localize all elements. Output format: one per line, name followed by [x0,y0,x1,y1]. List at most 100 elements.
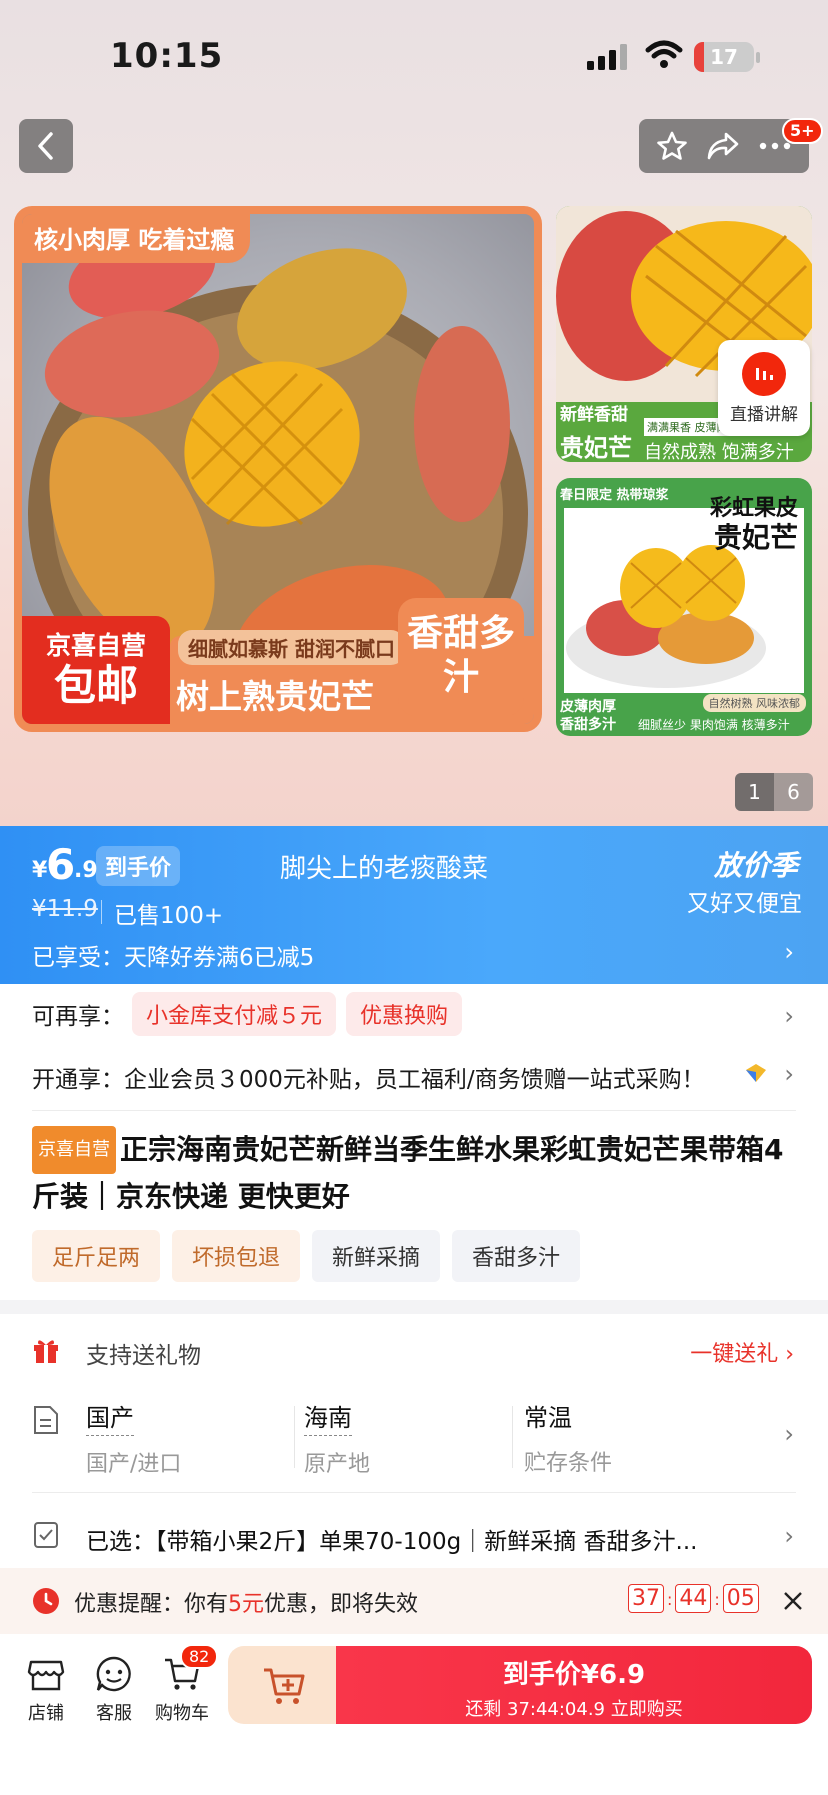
promo-row[interactable]: 可再享： 小金库支付减５元 优惠换购 [32,992,472,1036]
tag-3: 新鲜采摘 [312,1230,441,1282]
spec-storage-label: 贮存条件 [524,1451,613,1476]
store-icon [27,1660,65,1691]
share-icon[interactable] [706,130,740,162]
notice-amount: 5元 [228,1592,265,1617]
buy-subtext: 还剩 37:44:04.9 立即购买 [465,1699,683,1720]
chevron-left-icon [38,132,53,160]
thumb2-b2: 香甜多汁 [560,717,616,733]
chevron-right-icon[interactable]: › [784,1060,794,1088]
main-product-image[interactable]: 核小肉厚 吃着过瘾 京喜自营 包邮 细腻如慕斯 甜润不腻口 树上熟贵妃芒 香甜多… [14,206,542,732]
pager-total: 6 [774,773,813,811]
chevron-right-icon[interactable]: › [784,938,794,966]
message-badge: 5+ [782,118,823,144]
price-divider [101,900,102,924]
headline-text: 树上熟贵妃芒 [176,677,374,716]
event-subtitle: 又好又便宜 [687,891,802,917]
close-icon[interactable] [782,1590,804,1612]
clock-icon [33,1588,59,1614]
pager-current: 1 [735,773,774,811]
sold-count: 已售100+ [114,903,224,929]
add-to-cart-button[interactable] [228,1646,340,1724]
thumb1-title-b: 贵妃芒 [560,434,632,462]
back-button[interactable] [19,119,73,173]
gift-row[interactable]: 支持送礼物 一键送礼 › [0,1314,828,1388]
chevron-right-icon[interactable]: › [784,1522,794,1550]
add-cart-icon [264,1668,305,1704]
product-page: 10:15 17 5+ 核小肉厚 吃着过瘾 京喜自营 包邮 细腻如慕斯 甜润不腻… [0,0,828,1795]
selected-value: 【带箱小果2斤】单果70-100g｜新鲜采摘 香甜多汁... [155,1529,698,1555]
live-button[interactable]: 直播讲解 [718,340,810,436]
diamond-icon [746,1064,766,1082]
main-image-strip: 细腻如慕斯 甜润不腻口 树上熟贵妃芒 香甜多汁 [170,598,534,724]
price-integer: 6 [46,840,76,889]
divider [32,1492,796,1493]
cart-label: 购物车 [155,1703,209,1724]
image-pager: 1 6 [735,773,813,811]
spec-divider [512,1406,513,1468]
thumb2-b3: 细腻丝少 果肉饱满 核薄多汁 [638,718,790,732]
coupon-enjoyed[interactable]: 已享受：天降好券满6已减5 [32,938,314,972]
spec-origin-value: 海南 [304,1398,352,1436]
gift-icon [34,1340,58,1363]
spec-origin-type-label: 国产/进口 [86,1452,182,1477]
promo-label: 可再享： [32,1004,124,1030]
sweet-badge: 香甜多汁 [398,598,524,716]
live-label: 直播讲解 [730,405,798,425]
chevron-right-icon[interactable]: › [784,1420,794,1448]
spec-storage-value: 常温 [524,1404,572,1432]
price-slogan: 脚尖上的老痰酸菜 [280,854,489,884]
promo-chip-1[interactable]: 小金库支付减５元 [132,992,337,1036]
member-row[interactable]: 开通享：企业会员３000元补贴，员工福利/商务馈赠一站式采购！ [32,1060,705,1094]
gift-action-text: 一键送礼 [690,1342,779,1367]
thumb1-title-a: 新鲜香甜 [560,405,628,425]
event-title: 放价季 [713,849,798,882]
jingxi-badge: 京喜自营 包邮 [22,616,170,724]
chat-face-icon [96,1656,131,1692]
cellular-signal-icon [587,44,627,70]
battery-tip [756,52,760,63]
tag-1: 足斤足两 [32,1230,161,1282]
spec-row[interactable]: 国产 国产/进口 海南 原产地 常温 贮存条件 › [0,1388,828,1488]
selected-sku-row[interactable]: 已选：【带箱小果2斤】单果70-100g｜新鲜采摘 香甜多汁... › [0,1500,828,1570]
countdown-seconds: 05 [722,1584,759,1613]
buy-now-button[interactable]: 到手价¥6.9 还剩 37:44:04.9 立即购买 [336,1646,812,1724]
countdown-hours: 37 [628,1584,664,1613]
thumb2-note: 自然树熟 风味浓郁 [702,694,806,712]
notice-text: 优惠提醒：你有5元优惠，即将失效 [74,1586,418,1618]
main-image-tag: 核小肉厚 吃着过瘾 [22,214,251,263]
jingxi-line1: 京喜自营 [45,631,146,660]
thumb2-b1: 皮薄肉厚 [560,699,616,715]
thumb2-title2: 贵妃芒 [713,521,798,554]
spec-origin-type: 国产 国产/进口 [86,1398,181,1478]
wifi-icon [645,40,683,68]
hero-area: 10:15 17 5+ 核小肉厚 吃着过瘾 京喜自营 包邮 细腻如慕斯 甜润不腻… [0,0,828,826]
tag-4: 香甜多汁 [452,1230,581,1282]
countdown: 37:44:05 [628,1584,759,1613]
spec-origin: 海南 原产地 [304,1398,370,1478]
status-bar: 10:15 17 [0,34,828,84]
coupon-notice: 优惠提醒：你有5元优惠，即将失效 37:44:05 [0,1568,828,1634]
gift-action[interactable]: 一键送礼 › [690,1336,794,1368]
buy-label: 到手价¥6.9 [502,1660,646,1690]
star-icon[interactable] [656,130,688,162]
divider [32,1110,796,1111]
bottom-bar: 店铺 客服 购物车 82 到手价¥6.9 还剩 37:44:04.9 立即购买 [0,1634,828,1795]
chevron-right-icon[interactable]: › [784,1002,794,1030]
more-icon[interactable] [758,141,792,151]
title-text: 正宗海南贵妃芒新鲜当季生鲜水果彩虹贵妃芒果带箱4斤装｜京东快递 更快更好 [32,1133,784,1213]
notice-prefix: 优惠提醒：你有 [74,1592,229,1617]
notice-suffix: 优惠，即将失效 [264,1592,419,1617]
document-icon [34,1406,58,1434]
texture-pill: 细腻如慕斯 甜润不腻口 [178,630,405,665]
selected-text: 已选：【带箱小果2斤】单果70-100g｜新鲜采摘 香甜多汁... [86,1522,766,1556]
final-price-tag: 到手价 [96,846,181,886]
price-band: ¥ 6 .9 到手价 脚尖上的老痰酸菜 放价季 又好又便宜 ¥11.9 已售10… [0,826,828,984]
thumbnail-2[interactable]: 春日限定 热带琼浆 彩虹果皮 贵妃芒 自然树熟 风味浓郁 皮薄肉厚 香甜多汁 细… [556,478,812,736]
member-text: 开通享：企业会员３000元补贴，员工福利/商务馈赠一站式采购！ [32,1067,705,1093]
battery-indicator: 17 [694,42,754,72]
selected-label: 已选： [86,1529,155,1555]
jingxi-line2: 包邮 [53,661,138,710]
promo-chip-2[interactable]: 优惠换购 [346,992,463,1036]
product-tags: 足斤足两 坏损包退 新鲜采摘 香甜多汁 [32,1230,592,1282]
status-time: 10:15 [110,36,224,76]
